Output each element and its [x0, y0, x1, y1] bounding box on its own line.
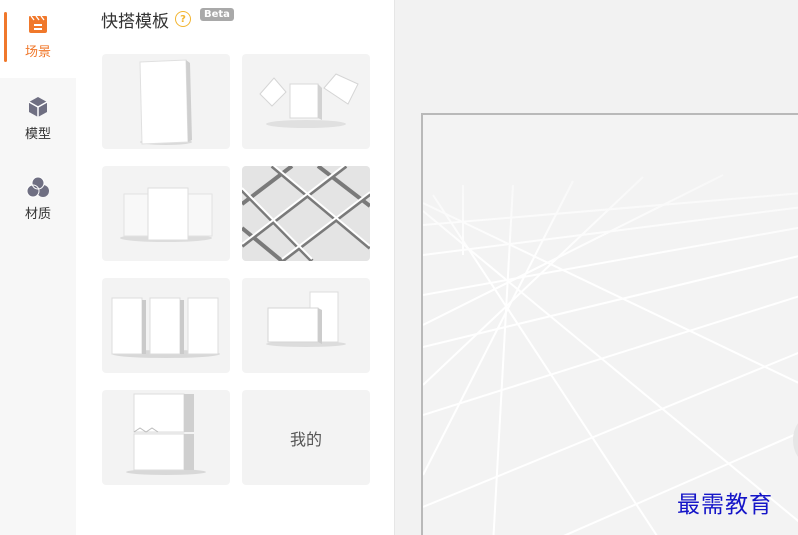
rail-item-model[interactable]: 模型 — [0, 82, 76, 160]
scene-viewport[interactable] — [421, 113, 798, 535]
canvas-stage[interactable]: 最需教育 — [395, 0, 798, 535]
template-card-floating-cubes[interactable] — [242, 54, 370, 149]
template-card-stacked-boxes[interactable] — [242, 278, 370, 373]
rail-item-material[interactable]: 材质 — [0, 162, 76, 240]
app-window: 场景 模型 材质 快搭模板 ? Beta 我的 最需教育 — [0, 0, 798, 535]
watermark-text: 最需教育 — [677, 492, 773, 518]
panel-header: 快搭模板 ? Beta — [101, 6, 234, 32]
template-card-single-board[interactable] — [102, 54, 230, 149]
template-card-three-pillars[interactable] — [102, 278, 230, 373]
template-card-triple-panels[interactable] — [102, 166, 230, 261]
help-icon[interactable]: ? — [175, 11, 191, 27]
template-card-label: 我的 — [289, 429, 322, 449]
left-rail: 场景 模型 材质 — [0, 0, 76, 535]
panel-title: 快搭模板 — [101, 11, 169, 32]
scene-icon — [25, 12, 51, 38]
template-card-split-pillar[interactable] — [102, 390, 230, 485]
rail-item-label: 场景 — [24, 45, 51, 60]
template-panel: 快搭模板 ? Beta 我的 — [76, 0, 395, 535]
cube-icon — [25, 94, 51, 120]
template-card-grid-floor[interactable] — [242, 166, 370, 261]
template-card-mine[interactable]: 我的 — [242, 390, 370, 485]
active-indicator — [4, 12, 7, 62]
beta-badge: Beta — [200, 7, 234, 21]
rail-item-label: 材质 — [24, 207, 51, 222]
rail-item-scene[interactable]: 场景 — [0, 0, 76, 78]
material-icon — [25, 174, 51, 200]
rail-item-label: 模型 — [24, 127, 51, 142]
